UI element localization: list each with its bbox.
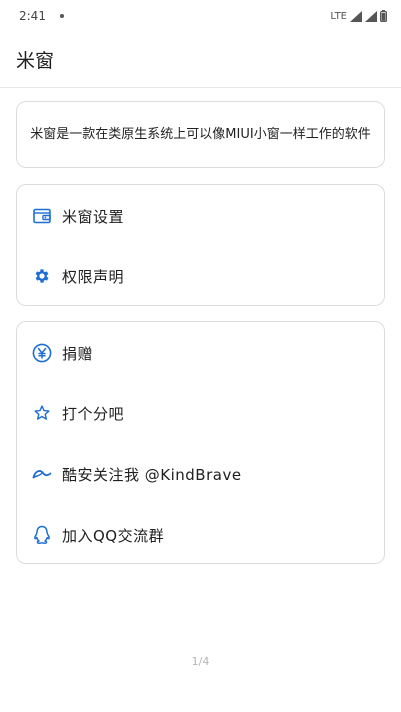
settings-card: 米窗设置 权限声明: [16, 184, 385, 306]
star-icon: [32, 403, 52, 423]
battery-icon: [380, 10, 387, 22]
menu-item-donate[interactable]: 捐赠: [17, 323, 384, 383]
menu-item-label: 酷安关注我 @KindBrave: [62, 465, 242, 484]
description-card: 米窗是一款在类原生系统上可以像MIUI小窗一样工作的软件: [16, 101, 385, 168]
qq-icon: [32, 525, 52, 545]
app-title: 米窗: [16, 50, 55, 72]
app-description: 米窗是一款在类原生系统上可以像MIUI小窗一样工作的软件: [30, 127, 371, 142]
yen-icon: [32, 343, 52, 363]
menu-item-coolapk-follow[interactable]: 酷安关注我 @KindBrave: [17, 444, 384, 504]
network-type: LTE: [330, 10, 347, 22]
menu-item-mi-window-settings[interactable]: 米窗设置: [17, 186, 384, 246]
menu-item-label: 加入QQ交流群: [62, 526, 165, 545]
app-bar: 米窗: [0, 32, 401, 88]
menu-item-label: 打个分吧: [62, 404, 125, 423]
misc-card: 捐赠 打个分吧 酷安关注我 @KindBrave 加入QQ交流群: [16, 321, 385, 564]
menu-item-permission-statement[interactable]: 权限声明: [17, 246, 384, 306]
menu-item-label: 权限声明: [62, 267, 125, 286]
notification-dot-icon: [59, 14, 64, 18]
menu-item-rate[interactable]: 打个分吧: [17, 383, 384, 443]
status-time: 2:41: [19, 9, 46, 23]
menu-item-qq-group[interactable]: 加入QQ交流群: [17, 505, 384, 565]
wallet-icon: [32, 206, 52, 226]
menu-item-label: 米窗设置: [62, 207, 125, 226]
status-bar: 2:41 LTE: [0, 0, 401, 32]
signal-icon: [350, 10, 362, 22]
menu-item-label: 捐赠: [62, 344, 94, 363]
signal-icon-2: [365, 10, 377, 22]
coolapk-icon: [32, 464, 52, 484]
gear-icon: [32, 266, 52, 286]
page-indicator: 1/4: [191, 655, 210, 668]
